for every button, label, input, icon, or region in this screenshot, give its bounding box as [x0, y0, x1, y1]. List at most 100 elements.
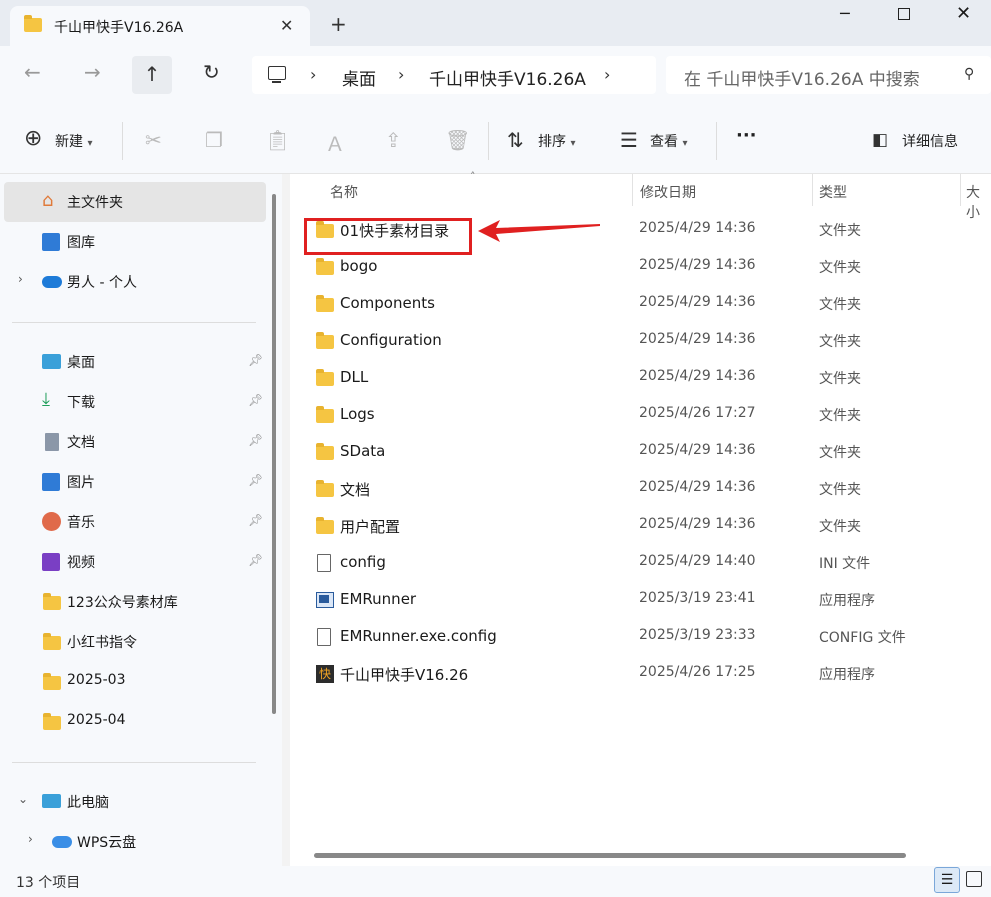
breadcrumb-current-folder[interactable]: 千山甲快手V16.26A: [429, 65, 586, 90]
column-header-name[interactable]: 名称: [330, 182, 358, 202]
file-row[interactable]: Configuration 2025/4/29 14:36 文件夹: [304, 323, 991, 360]
sidebar-scrollbar[interactable]: [272, 194, 276, 714]
sidebar-item-this-pc[interactable]: ⌄ 此电脑: [0, 782, 266, 822]
file-row[interactable]: EMRunner 2025/3/19 23:41 应用程序: [304, 582, 991, 619]
file-row[interactable]: Components 2025/4/29 14:36 文件夹: [304, 286, 991, 323]
chevron-right-icon[interactable]: ›: [28, 832, 33, 846]
column-header-type[interactable]: 类型: [819, 182, 847, 202]
column-header-date[interactable]: 修改日期: [640, 182, 696, 202]
sidebar-item-documents[interactable]: 文档 📌︎: [0, 422, 266, 462]
chevron-down-icon[interactable]: ⌄: [18, 792, 28, 806]
delete-icon[interactable]: 🗑︎: [445, 128, 470, 152]
wps-cloud-icon: [52, 836, 72, 848]
pin-icon[interactable]: 📌︎: [248, 353, 263, 367]
sidebar-item-folder[interactable]: 2025-04: [0, 702, 266, 742]
sidebar-item-music[interactable]: 音乐 📌︎: [0, 502, 266, 542]
sidebar-item-videos[interactable]: 视频 📌︎: [0, 542, 266, 582]
search-input[interactable]: 在 千山甲快手V16.26A 中搜索: [684, 65, 920, 90]
file-type: 应用程序: [819, 667, 875, 683]
file-row[interactable]: SData 2025/4/29 14:36 文件夹: [304, 434, 991, 471]
rename-icon[interactable]: Ａ: [325, 128, 345, 157]
sidebar-item-label: 2025-03: [67, 672, 126, 688]
active-tab[interactable]: 千山甲快手V16.26A ✕: [10, 6, 310, 46]
more-options-button[interactable]: ···: [736, 125, 757, 146]
red-highlight-box: [304, 218, 472, 255]
pin-icon[interactable]: 📌︎: [248, 513, 263, 527]
sidebar-item-folder[interactable]: 小红书指令: [0, 622, 266, 662]
sidebar-item-home[interactable]: ⌂ 主文件夹: [4, 182, 266, 222]
details-view-button[interactable]: ☰: [934, 867, 960, 893]
tiles-view-button[interactable]: [966, 871, 982, 887]
chevron-right-icon[interactable]: ›: [18, 272, 23, 286]
kuaishou-app-icon: 快: [316, 665, 334, 683]
details-button[interactable]: 详细信息: [902, 131, 958, 151]
sidebar-item-folder[interactable]: 123公众号素材库: [0, 582, 266, 622]
sidebar-item-folder[interactable]: 2025-03: [0, 662, 266, 702]
view-button[interactable]: 查看 ▾: [650, 131, 687, 151]
file-date: 2025/4/29 14:36: [639, 331, 756, 347]
chevron-right-icon: ›: [398, 65, 405, 84]
search-box[interactable]: 在 千山甲快手V16.26A 中搜索 ⚲: [666, 56, 991, 94]
file-name: Configuration: [340, 331, 442, 349]
sidebar-item-onedrive[interactable]: › 男人 - 个人: [0, 262, 266, 302]
sidebar-item-pictures[interactable]: 图片 📌︎: [0, 462, 266, 502]
share-icon[interactable]: ⇪: [385, 128, 402, 152]
chevron-right-icon[interactable]: ›: [604, 65, 610, 84]
toolbar-divider: [122, 122, 123, 160]
new-button[interactable]: 新建 ▾: [55, 131, 92, 151]
sidebar-item-gallery[interactable]: 图库: [0, 222, 266, 262]
close-window-button[interactable]: ✕: [956, 3, 971, 24]
pin-icon[interactable]: 📌︎: [248, 553, 263, 567]
refresh-button[interactable]: ↻: [203, 60, 220, 84]
column-divider[interactable]: [812, 174, 813, 206]
up-button[interactable]: ↑: [132, 56, 172, 94]
file-type: 文件夹: [819, 334, 861, 350]
minimize-button[interactable]: ─: [840, 4, 850, 23]
maximize-button[interactable]: [898, 8, 910, 20]
file-name: DLL: [340, 368, 369, 386]
file-date: 2025/4/29 14:40: [639, 553, 756, 569]
pin-icon[interactable]: 📌︎: [248, 393, 263, 407]
cut-icon[interactable]: ✂: [145, 128, 162, 152]
home-icon: ⌂: [42, 190, 54, 211]
sort-icon: ⇅: [507, 128, 524, 152]
folder-icon: [316, 369, 334, 386]
title-bar: 千山甲快手V16.26A ✕ + ─ ✕: [0, 0, 991, 46]
file-date: 2025/4/29 14:36: [639, 220, 756, 236]
tab-close-icon[interactable]: ✕: [280, 16, 293, 35]
copy-icon[interactable]: ❐: [205, 128, 223, 152]
file-row[interactable]: 快 千山甲快手V16.26 2025/4/26 17:25 应用程序: [304, 656, 991, 693]
view-icon: ☰: [620, 128, 638, 152]
sidebar-item-label: 文档: [67, 435, 95, 451]
file-row[interactable]: 用户配置 2025/4/29 14:36 文件夹: [304, 508, 991, 545]
sidebar-item-downloads[interactable]: ⤓ 下载 📌︎: [0, 382, 266, 422]
file-row[interactable]: 文档 2025/4/29 14:36 文件夹: [304, 471, 991, 508]
new-icon: ⊕: [24, 126, 43, 151]
sort-button[interactable]: 排序 ▾: [538, 131, 575, 151]
sidebar-item-wps-cloud[interactable]: › WPS云盘: [0, 822, 266, 862]
file-row[interactable]: DLL 2025/4/29 14:36 文件夹: [304, 360, 991, 397]
file-date: 2025/4/29 14:36: [639, 516, 756, 532]
forward-button[interactable]: →: [84, 60, 101, 84]
column-divider[interactable]: [632, 174, 633, 206]
folder-icon: [43, 633, 61, 650]
horizontal-scrollbar[interactable]: [314, 853, 906, 858]
back-button[interactable]: ←: [24, 60, 41, 84]
video-icon: [42, 553, 60, 571]
sidebar-item-label: 图片: [67, 475, 95, 491]
music-icon: [42, 512, 61, 531]
file-row[interactable]: Logs 2025/4/26 17:27 文件夹: [304, 397, 991, 434]
search-icon: ⚲: [964, 66, 975, 82]
sidebar-item-label: 此电脑: [67, 795, 109, 811]
file-row[interactable]: EMRunner.exe.config 2025/3/19 23:33 CONF…: [304, 619, 991, 656]
column-divider[interactable]: [960, 174, 961, 206]
pin-icon[interactable]: 📌︎: [248, 473, 263, 487]
sidebar-item-desktop[interactable]: 桌面 📌︎: [0, 342, 266, 382]
address-bar[interactable]: › 桌面 › 千山甲快手V16.26A ›: [252, 56, 656, 94]
paste-icon[interactable]: 📋︎: [265, 128, 290, 152]
new-tab-button[interactable]: +: [330, 14, 347, 34]
pin-icon[interactable]: 📌︎: [248, 433, 263, 447]
pictures-icon: [42, 473, 60, 491]
file-row[interactable]: config 2025/4/29 14:40 INI 文件: [304, 545, 991, 582]
breadcrumb-desktop[interactable]: 桌面: [342, 65, 376, 90]
